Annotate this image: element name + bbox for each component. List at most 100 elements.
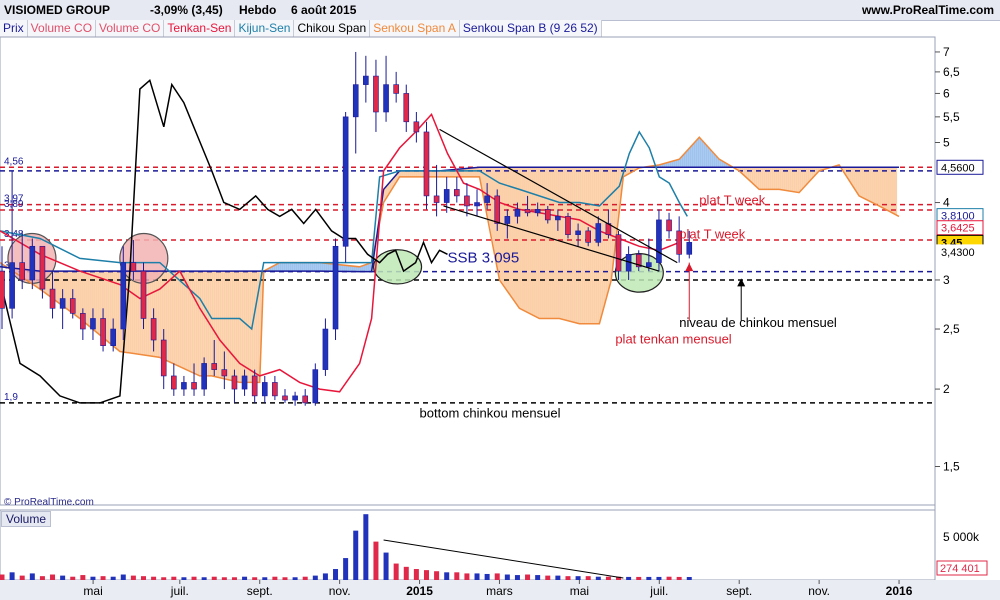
ichimoku-cloud-segment — [205, 271, 208, 376]
volume-bar — [393, 563, 399, 580]
ichimoku-cloud-segment — [307, 262, 310, 272]
volume-bar — [686, 576, 692, 580]
volume-bar — [545, 575, 551, 580]
candle-body — [363, 75, 369, 85]
x-tick-label: mai — [570, 584, 589, 598]
ichimoku-cloud-segment — [401, 170, 404, 177]
candle-body — [150, 318, 157, 341]
candle-body — [171, 375, 177, 390]
ichimoku-cloud-segment — [529, 167, 532, 315]
volume-panel-frame — [0, 509, 936, 581]
chart-annotation: plat tenkan mensuel — [615, 331, 731, 346]
volume-bar — [221, 577, 227, 580]
x-tick-label: nov. — [329, 584, 351, 598]
volume-bar — [130, 575, 136, 580]
candle-body — [0, 270, 5, 309]
volume-bar — [454, 572, 460, 580]
ichimoku-cloud-segment — [225, 271, 228, 380]
ichimoku-cloud-segment — [211, 271, 214, 377]
candle-body — [342, 116, 349, 247]
ichimoku-cloud-segment — [603, 167, 606, 309]
ichimoku-cloud-segment — [235, 271, 238, 382]
ichimoku-cloud-segment — [323, 263, 326, 272]
volume-bar — [100, 576, 106, 580]
ichimoku-cloud-segment — [255, 271, 258, 383]
volume-bar — [595, 576, 601, 580]
ichimoku-cloud-segment — [697, 137, 700, 168]
ichimoku-cloud-segment — [419, 170, 422, 177]
horizontal-level-label: 1,9 — [4, 392, 18, 403]
volume-bar — [231, 577, 237, 580]
price-value-text: 3,4300 — [941, 247, 975, 259]
ichimoku-cloud-segment — [175, 271, 178, 366]
volume-bar — [29, 573, 35, 580]
ichimoku-cloud-segment — [237, 271, 240, 383]
ichimoku-cloud-segment — [87, 271, 90, 327]
ichimoku-cloud-segment — [105, 271, 108, 342]
ichimoku-cloud-segment — [169, 271, 172, 363]
ichimoku-cloud-segment — [281, 262, 284, 272]
ichimoku-cloud-segment — [411, 170, 414, 177]
ichimoku-cloud-segment — [881, 167, 884, 208]
candle-body — [656, 219, 662, 263]
volume-bar — [161, 577, 167, 580]
ichimoku-cloud-segment — [527, 167, 530, 314]
candle-body — [454, 189, 460, 197]
volume-bar — [140, 576, 146, 580]
volume-bar — [575, 576, 581, 580]
copyright-text: © ProRealTime.com — [4, 497, 94, 508]
candle-body — [524, 209, 531, 214]
ichimoku-cloud-segment — [581, 167, 584, 324]
volume-bar — [110, 576, 116, 580]
ichimoku-cloud-segment — [431, 170, 434, 177]
ichimoku-cloud-segment — [341, 264, 344, 272]
ichimoku-cloud-segment — [875, 167, 878, 205]
volume-panel-title: Volume — [1, 511, 52, 527]
ichimoku-cloud-segment — [859, 167, 862, 197]
ichimoku-cloud-segment — [405, 170, 408, 177]
ichimoku-cloud-segment — [867, 167, 870, 201]
volume-bar — [262, 577, 268, 580]
candle-body — [383, 84, 389, 113]
ichimoku-cloud-segment — [533, 167, 536, 317]
ichimoku-cloud-segment — [343, 265, 346, 272]
candle-body — [211, 363, 218, 370]
volume-bar — [19, 575, 25, 580]
y-tick-label: 3 — [943, 273, 950, 287]
ichimoku-cloud-segment — [539, 167, 542, 319]
volume-bar — [646, 576, 652, 580]
ichimoku-cloud-segment — [471, 167, 474, 177]
volume-bar — [191, 576, 197, 580]
volume-bar — [504, 574, 510, 580]
ichimoku-cloud-segment — [883, 167, 886, 210]
ichimoku-cloud-segment — [781, 167, 784, 191]
candle-body — [261, 382, 268, 397]
ichimoku-cloud-segment — [153, 271, 156, 357]
volume-bar — [636, 576, 642, 580]
ichimoku-cloud-segment — [879, 167, 882, 207]
ichimoku-cloud-segment — [873, 167, 876, 204]
price-chart[interactable]: 4,563,973,893,4831,9SSB 3.095plat T week… — [0, 0, 1000, 600]
ichimoku-cloud-segment — [887, 167, 890, 212]
ichimoku-cloud-segment — [701, 139, 704, 168]
candle-body — [544, 209, 551, 221]
ichimoku-cloud-segment — [433, 170, 436, 177]
volume-bar — [39, 576, 45, 580]
ichimoku-cloud-segment — [703, 141, 706, 168]
ichimoku-cloud-segment — [863, 167, 866, 199]
ichimoku-cloud-segment — [761, 167, 764, 190]
y-tick-label: 1,5 — [943, 459, 960, 473]
ichimoku-cloud-segment — [325, 263, 328, 272]
candle-body — [221, 369, 228, 377]
volume-bar — [444, 572, 450, 580]
ichimoku-cloud-segment — [289, 262, 292, 272]
candle-body — [646, 262, 652, 268]
y-tick-label: 6 — [943, 86, 950, 100]
candle-body — [504, 216, 511, 224]
volume-bar — [484, 573, 490, 580]
y-tick-label: 5,5 — [943, 110, 960, 124]
ichimoku-cloud-segment — [193, 271, 196, 375]
candle-body — [110, 328, 116, 346]
volume-bar — [242, 576, 248, 580]
x-tick-label: sept. — [247, 584, 273, 598]
